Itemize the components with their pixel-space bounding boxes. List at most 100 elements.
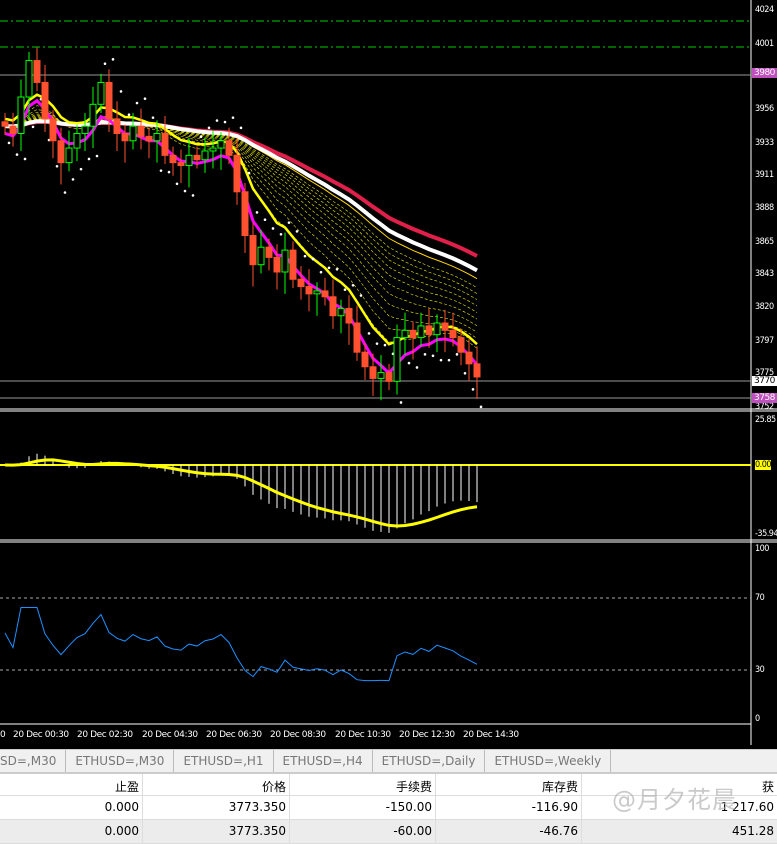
price-axis-label: 3843 (755, 268, 774, 279)
cell: -46.76 (436, 820, 582, 843)
candle-body (249, 235, 257, 266)
sar-dot (255, 211, 259, 214)
sar-dot (239, 126, 243, 130)
time-label: 20 Dec 14:30 (463, 730, 519, 740)
sar-dot (127, 113, 131, 117)
col-swap[interactable]: 库存费 (436, 774, 582, 795)
candle-body (409, 329, 417, 339)
time-label: 0 (0, 730, 6, 740)
candle-body (225, 140, 233, 156)
sar-dot (87, 157, 91, 161)
tab-ethusd-h4[interactable]: ETHUSD=,H4 (274, 750, 373, 772)
candle-body (417, 325, 425, 339)
candle-body (113, 118, 121, 134)
sar-dot (479, 405, 483, 409)
rsi-axis-100: 100 (755, 544, 769, 554)
sar-dot (55, 164, 59, 168)
candle-body (457, 337, 465, 353)
candle-body (153, 132, 161, 142)
candle-body (177, 162, 185, 167)
sar-dot (167, 170, 171, 174)
sar-dot (79, 167, 83, 171)
sar-dot (231, 116, 235, 119)
candle-body (145, 135, 153, 142)
bid-price-tag: 3770 (752, 376, 777, 386)
price-axis-label: 3933 (755, 137, 774, 148)
low-line-tag: 3758 (752, 393, 777, 403)
price-axis-label: 3956 (755, 104, 774, 115)
candle-body (209, 147, 217, 152)
sar-dot (471, 388, 475, 391)
sar-dot (135, 101, 139, 105)
chart-tabs: SD=,M30 ETHUSD=,M30 ETHUSD=,H1 ETHUSD=,H… (0, 749, 777, 772)
sar-dot (383, 343, 387, 347)
time-label: 20 Dec 10:30 (335, 730, 391, 740)
sar-dot (351, 284, 355, 287)
sar-dot (119, 90, 123, 93)
sar-dot (279, 232, 283, 236)
candle-body (201, 150, 209, 161)
candle-body (161, 132, 169, 156)
sar-dot (303, 254, 307, 258)
tab-ethusd-h1[interactable]: ETHUSD=,H1 (174, 750, 274, 772)
col-price[interactable]: 价格 (143, 774, 290, 795)
candle-body (217, 140, 225, 149)
candle-body (297, 278, 305, 288)
candle-body (289, 249, 297, 280)
tab-ethusd-daily[interactable]: ETHUSD=,Daily (373, 750, 486, 772)
sar-dot (207, 126, 211, 130)
candle-body (313, 290, 321, 295)
sar-dot (423, 353, 427, 356)
sar-dot (319, 270, 323, 274)
col-commission[interactable]: 手续费 (290, 774, 436, 795)
cell: 3773.350 (143, 796, 290, 819)
price-axis-label: 3911 (755, 169, 774, 180)
candle-body (265, 246, 273, 258)
macd-signal-line (4, 458, 478, 528)
candle-body (465, 351, 473, 365)
price-axis-label: 3888 (755, 203, 774, 214)
sar-dot (199, 135, 203, 138)
candle-body (57, 140, 65, 164)
sar-dot (463, 371, 467, 375)
price-chart[interactable] (0, 0, 777, 745)
sar-dot (399, 401, 403, 404)
price-axis-label: 4001 (755, 38, 774, 49)
candle-body (393, 337, 401, 382)
candle-body (185, 154, 193, 167)
price-axis-label: 3865 (755, 236, 774, 247)
macd-axis-zero: 0.00 (755, 460, 772, 470)
sar-dot (375, 342, 379, 345)
candle-body (441, 322, 449, 331)
candle-body (377, 372, 385, 379)
sar-dot (439, 358, 443, 362)
candle-body (73, 132, 81, 149)
sar-dot (295, 230, 299, 233)
candle-body (425, 325, 433, 336)
candle-body (89, 103, 97, 127)
price-axis-label: 4024 (755, 5, 774, 15)
sar-dot (407, 361, 411, 365)
tab-ethusd-weekly[interactable]: ETHUSD=,Weekly (485, 750, 612, 772)
high-line-tag: 3980 (752, 68, 777, 78)
rsi-axis-70: 70 (755, 593, 765, 603)
candle-body (193, 154, 201, 161)
rsi-axis-30: 30 (755, 665, 765, 675)
tab-ethusd-m30[interactable]: ETHUSD=,M30 (66, 750, 175, 772)
sar-dot (223, 120, 227, 124)
table-row[interactable]: 0.000 3773.350 -60.00 -46.76 451.28 (0, 820, 777, 844)
candle-body (401, 329, 409, 339)
sar-dot (111, 58, 115, 61)
sar-dot (311, 257, 315, 261)
cell: -60.00 (290, 820, 436, 843)
candle-body (449, 329, 457, 339)
candle-body (1, 121, 9, 127)
candle-body (17, 96, 25, 134)
col-take-profit[interactable]: 止盈 (0, 774, 143, 795)
cell: 0.000 (0, 820, 143, 843)
candle-body (385, 372, 393, 382)
tab-ethusd-m30-a[interactable]: SD=,M30 (0, 750, 67, 772)
sar-dot (431, 354, 435, 358)
time-label: 20 Dec 02:30 (77, 730, 133, 740)
candle-body (305, 286, 313, 295)
